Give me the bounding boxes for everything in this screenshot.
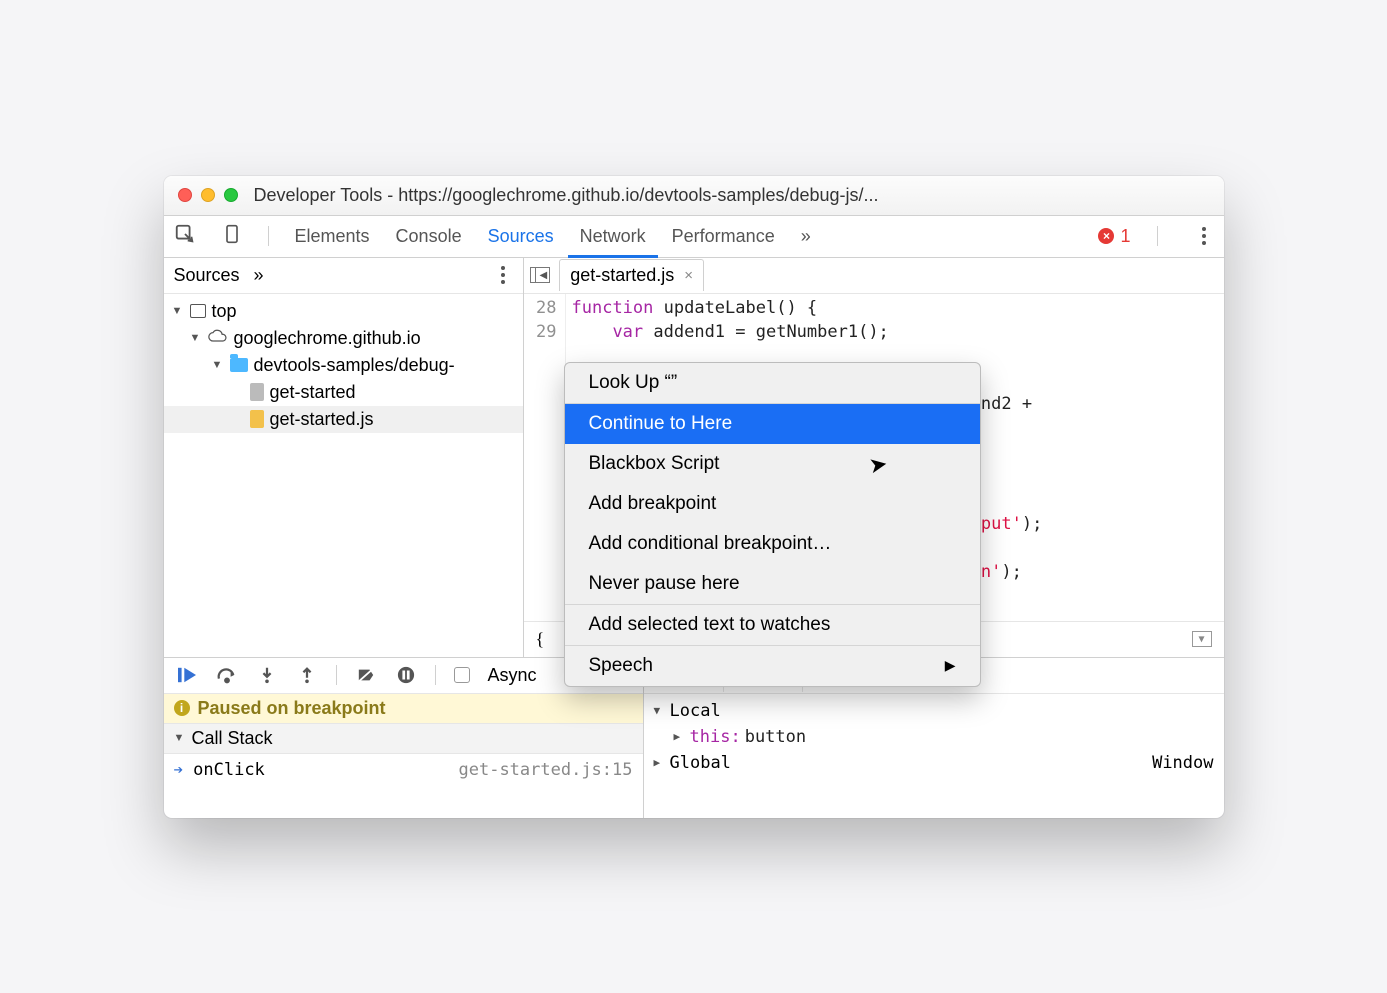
scope-this-row[interactable]: ▶ this: button <box>644 724 1224 750</box>
scope-global-value: Window <box>1152 753 1213 773</box>
ctx-never-pause-here[interactable]: Never pause here <box>565 564 980 604</box>
active-tab-indicator <box>568 255 658 258</box>
window-controls <box>178 188 238 202</box>
close-window-button[interactable] <box>178 188 192 202</box>
tree-file-html[interactable]: get-started <box>164 379 523 406</box>
step-over-icon[interactable] <box>216 666 238 684</box>
step-into-icon[interactable] <box>256 666 278 684</box>
disclosure-triangle-icon: ▶ <box>654 756 666 769</box>
tree-file-js[interactable]: get-started.js <box>164 406 523 433</box>
info-icon: i <box>174 700 190 716</box>
async-checkbox[interactable] <box>454 667 470 683</box>
file-icon <box>250 410 264 428</box>
separator <box>268 226 269 246</box>
file-tree: ▼ top ▼ googlechrome.github.io ▼ devtool… <box>164 294 523 657</box>
folder-icon <box>230 358 248 372</box>
navigator-header: Sources » <box>164 258 523 294</box>
mouse-cursor-icon: ➤ <box>866 450 889 479</box>
tree-label: devtools-samples/debug- <box>254 355 455 376</box>
tab-console[interactable]: Console <box>396 226 462 247</box>
file-icon <box>250 383 264 401</box>
device-toggle-icon[interactable] <box>222 223 242 250</box>
tree-label: get-started.js <box>270 409 374 430</box>
inspect-icon[interactable] <box>174 223 196 250</box>
disclosure-triangle-icon: ▼ <box>654 704 666 717</box>
close-tab-icon[interactable]: × <box>684 267 693 284</box>
tab-sources[interactable]: Sources <box>488 226 554 247</box>
ctx-add-to-watches[interactable]: Add selected text to watches <box>565 605 980 645</box>
callstack-header[interactable]: ▼ Call Stack <box>164 724 643 754</box>
navigator-tabs-overflow[interactable]: » <box>254 265 264 286</box>
callstack-frame[interactable]: ➔ onClick get-started.js:15 <box>164 754 643 786</box>
settings-menu-button[interactable] <box>1194 227 1214 245</box>
disclosure-triangle-icon: ▶ <box>674 730 686 743</box>
pretty-print-icon[interactable]: { <box>536 629 545 650</box>
frame-name: onClick <box>193 760 265 780</box>
scope-global-label: Global <box>670 753 731 773</box>
editor-tab[interactable]: get-started.js × <box>559 259 704 291</box>
tree-label: googlechrome.github.io <box>234 328 421 349</box>
ctx-continue-to-here[interactable]: Continue to Here <box>565 404 980 444</box>
scope-local-header[interactable]: ▼ Local <box>644 698 1224 724</box>
pause-on-exceptions-icon[interactable] <box>395 666 417 684</box>
separator <box>1157 226 1158 246</box>
resume-icon[interactable] <box>176 666 198 684</box>
scope-this-value: button <box>745 727 806 747</box>
current-frame-icon: ➔ <box>174 760 184 779</box>
tree-label: get-started <box>270 382 356 403</box>
editor-tabbar: ◀ get-started.js × <box>524 258 1224 294</box>
separator <box>435 665 436 685</box>
context-menu: Look Up “” Continue to Here Blackbox Scr… <box>564 362 981 687</box>
tab-performance[interactable]: Performance <box>672 226 775 247</box>
scope-body: ▼ Local ▶ this: button ▶ Global Window <box>644 694 1224 780</box>
tree-domain[interactable]: ▼ googlechrome.github.io <box>164 325 523 352</box>
disclosure-triangle-icon[interactable]: ▼ <box>212 359 224 371</box>
tree-folder[interactable]: ▼ devtools-samples/debug- <box>164 352 523 379</box>
scope-global-row[interactable]: ▶ Global Window <box>644 750 1224 776</box>
tabs-overflow[interactable]: » <box>801 226 811 247</box>
paused-status-text: Paused on breakpoint <box>198 698 386 719</box>
line-gutter: 2829 <box>524 294 566 621</box>
ctx-speech[interactable]: Speech ▶ <box>565 646 980 686</box>
scope-local-label: Local <box>670 701 721 721</box>
navigator-menu-button[interactable] <box>493 266 513 284</box>
error-count: 1 <box>1120 226 1130 247</box>
window-title: Developer Tools - https://googlechrome.g… <box>254 185 879 206</box>
frame-location: get-started.js:15 <box>459 760 633 780</box>
paused-status-bar: i Paused on breakpoint <box>164 694 643 724</box>
step-out-icon[interactable] <box>296 666 318 684</box>
toggle-navigator-icon[interactable] <box>530 267 550 283</box>
deactivate-breakpoints-icon[interactable] <box>355 666 377 684</box>
disclosure-triangle-icon[interactable]: ▼ <box>172 305 184 317</box>
callstack-label: Call Stack <box>192 728 273 749</box>
error-badge[interactable]: × 1 <box>1098 226 1130 247</box>
ctx-look-up[interactable]: Look Up “” <box>565 363 980 403</box>
async-label: Async <box>488 665 537 686</box>
minimize-window-button[interactable] <box>201 188 215 202</box>
cloud-icon <box>208 328 228 349</box>
separator <box>336 665 337 685</box>
devtools-window: Developer Tools - https://googlechrome.g… <box>164 176 1224 818</box>
navigator-tab-sources[interactable]: Sources <box>174 265 240 286</box>
ctx-add-breakpoint[interactable]: Add breakpoint <box>565 484 980 524</box>
coverage-dropdown-icon[interactable]: ▼ <box>1192 631 1212 647</box>
tab-network[interactable]: Network <box>580 226 646 247</box>
ctx-add-conditional-breakpoint[interactable]: Add conditional breakpoint… <box>565 524 980 564</box>
tab-elements[interactable]: Elements <box>295 226 370 247</box>
panel-tabstrip: Elements Console Sources Network Perform… <box>164 216 1224 258</box>
zoom-window-button[interactable] <box>224 188 238 202</box>
page-icon <box>190 304 206 318</box>
disclosure-triangle-icon: ▼ <box>174 732 186 744</box>
editor-tab-label: get-started.js <box>570 265 674 286</box>
error-icon: × <box>1098 228 1114 244</box>
tree-label: top <box>212 301 237 322</box>
submenu-arrow-icon: ▶ <box>945 657 956 674</box>
tree-top[interactable]: ▼ top <box>164 298 523 325</box>
ctx-blackbox-script[interactable]: Blackbox Script <box>565 444 980 484</box>
disclosure-triangle-icon[interactable]: ▼ <box>190 332 202 344</box>
navigator-sidebar: Sources » ▼ top ▼ googlechrome.github.io… <box>164 258 524 657</box>
titlebar: Developer Tools - https://googlechrome.g… <box>164 176 1224 216</box>
